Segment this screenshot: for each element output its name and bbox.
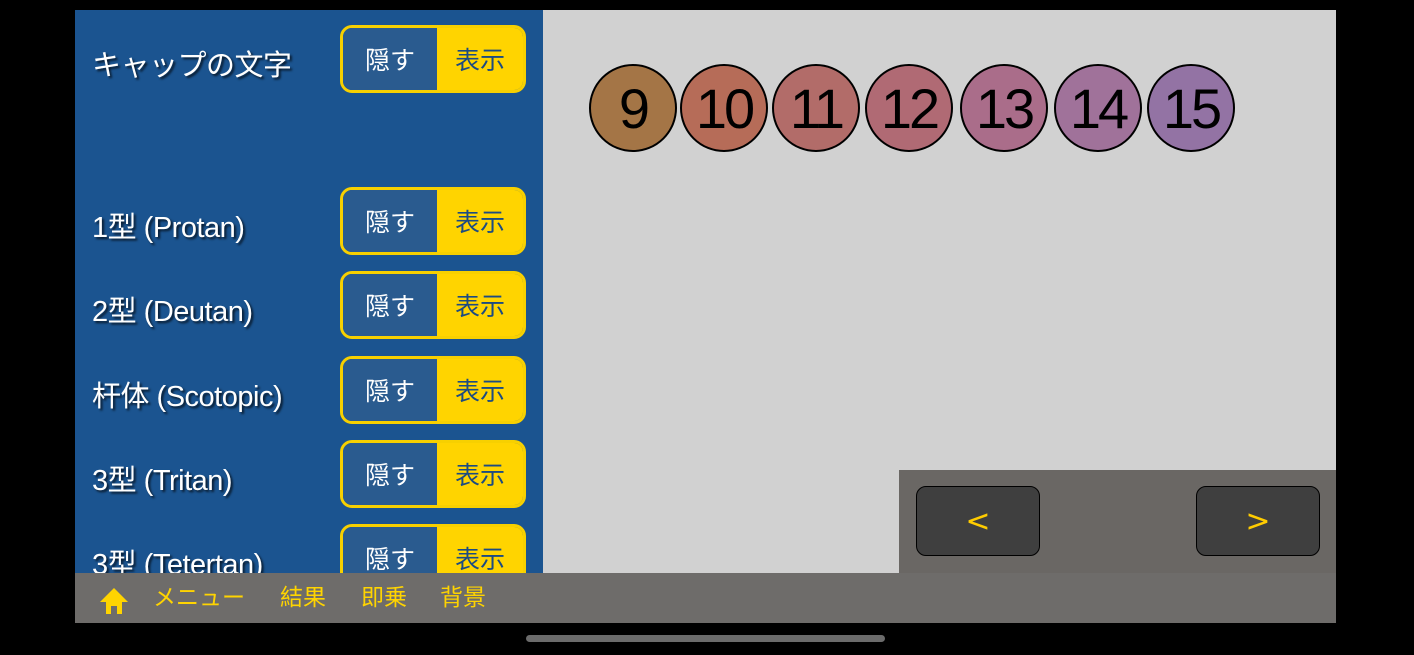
prev-button[interactable]: < [916, 486, 1040, 556]
show-option[interactable]: 表示 [437, 527, 523, 573]
app-screen: 8 9 10 11 12 13 14 15 キャップの文字 隠す 表示 1型 (… [75, 10, 1336, 623]
scotopic-toggle[interactable]: 隠す 表示 [340, 356, 526, 424]
multiply-link[interactable]: 即乗 [361, 578, 407, 612]
bottom-menu-bar: メニュー 結果 即乗 背景 [75, 573, 1336, 623]
home-indicator[interactable] [526, 635, 885, 642]
hide-option[interactable]: 隠す [343, 190, 437, 252]
row-label: 3型 (Tritan) [92, 465, 233, 497]
hide-option[interactable]: 隠す [343, 28, 437, 90]
next-button[interactable]: > [1196, 486, 1320, 556]
settings-panel: キャップの文字 隠す 表示 1型 (Protan) 隠す 表示 2型 (Deut… [75, 10, 543, 573]
show-option[interactable]: 表示 [437, 443, 523, 505]
cap-15[interactable]: 15 [1147, 64, 1235, 152]
hide-option[interactable]: 隠す [343, 443, 437, 505]
show-option[interactable]: 表示 [437, 190, 523, 252]
background-link[interactable]: 背景 [440, 578, 486, 612]
show-option[interactable]: 表示 [437, 28, 523, 90]
row-label: 1型 (Protan) [92, 212, 245, 244]
show-option[interactable]: 表示 [437, 359, 523, 421]
tetertan-toggle[interactable]: 隠す 表示 [340, 524, 526, 573]
show-option[interactable]: 表示 [437, 274, 523, 336]
cap-text-toggle[interactable]: 隠す 表示 [340, 25, 526, 93]
cap-12[interactable]: 12 [865, 64, 953, 152]
hide-option[interactable]: 隠す [343, 359, 437, 421]
menu-link[interactable]: メニュー [153, 578, 245, 612]
tritan-toggle[interactable]: 隠す 表示 [340, 440, 526, 508]
deutan-toggle[interactable]: 隠す 表示 [340, 271, 526, 339]
home-icon[interactable] [98, 586, 130, 616]
hide-option[interactable]: 隠す [343, 527, 437, 573]
row-label: キャップの文字 [92, 50, 292, 82]
cap-14[interactable]: 14 [1054, 64, 1142, 152]
protan-toggle[interactable]: 隠す 表示 [340, 187, 526, 255]
cap-10[interactable]: 10 [680, 64, 768, 152]
results-link[interactable]: 結果 [280, 578, 326, 612]
hide-option[interactable]: 隠す [343, 274, 437, 336]
row-label: 杆体 (Scotopic) [92, 381, 283, 413]
cap-11[interactable]: 11 [772, 64, 860, 152]
cap-navigation: < > [899, 470, 1336, 573]
cap-9[interactable]: 9 [589, 64, 677, 152]
row-label: 3型 (Tetertan) [92, 549, 263, 573]
row-label: 2型 (Deutan) [92, 296, 253, 328]
cap-13[interactable]: 13 [960, 64, 1048, 152]
